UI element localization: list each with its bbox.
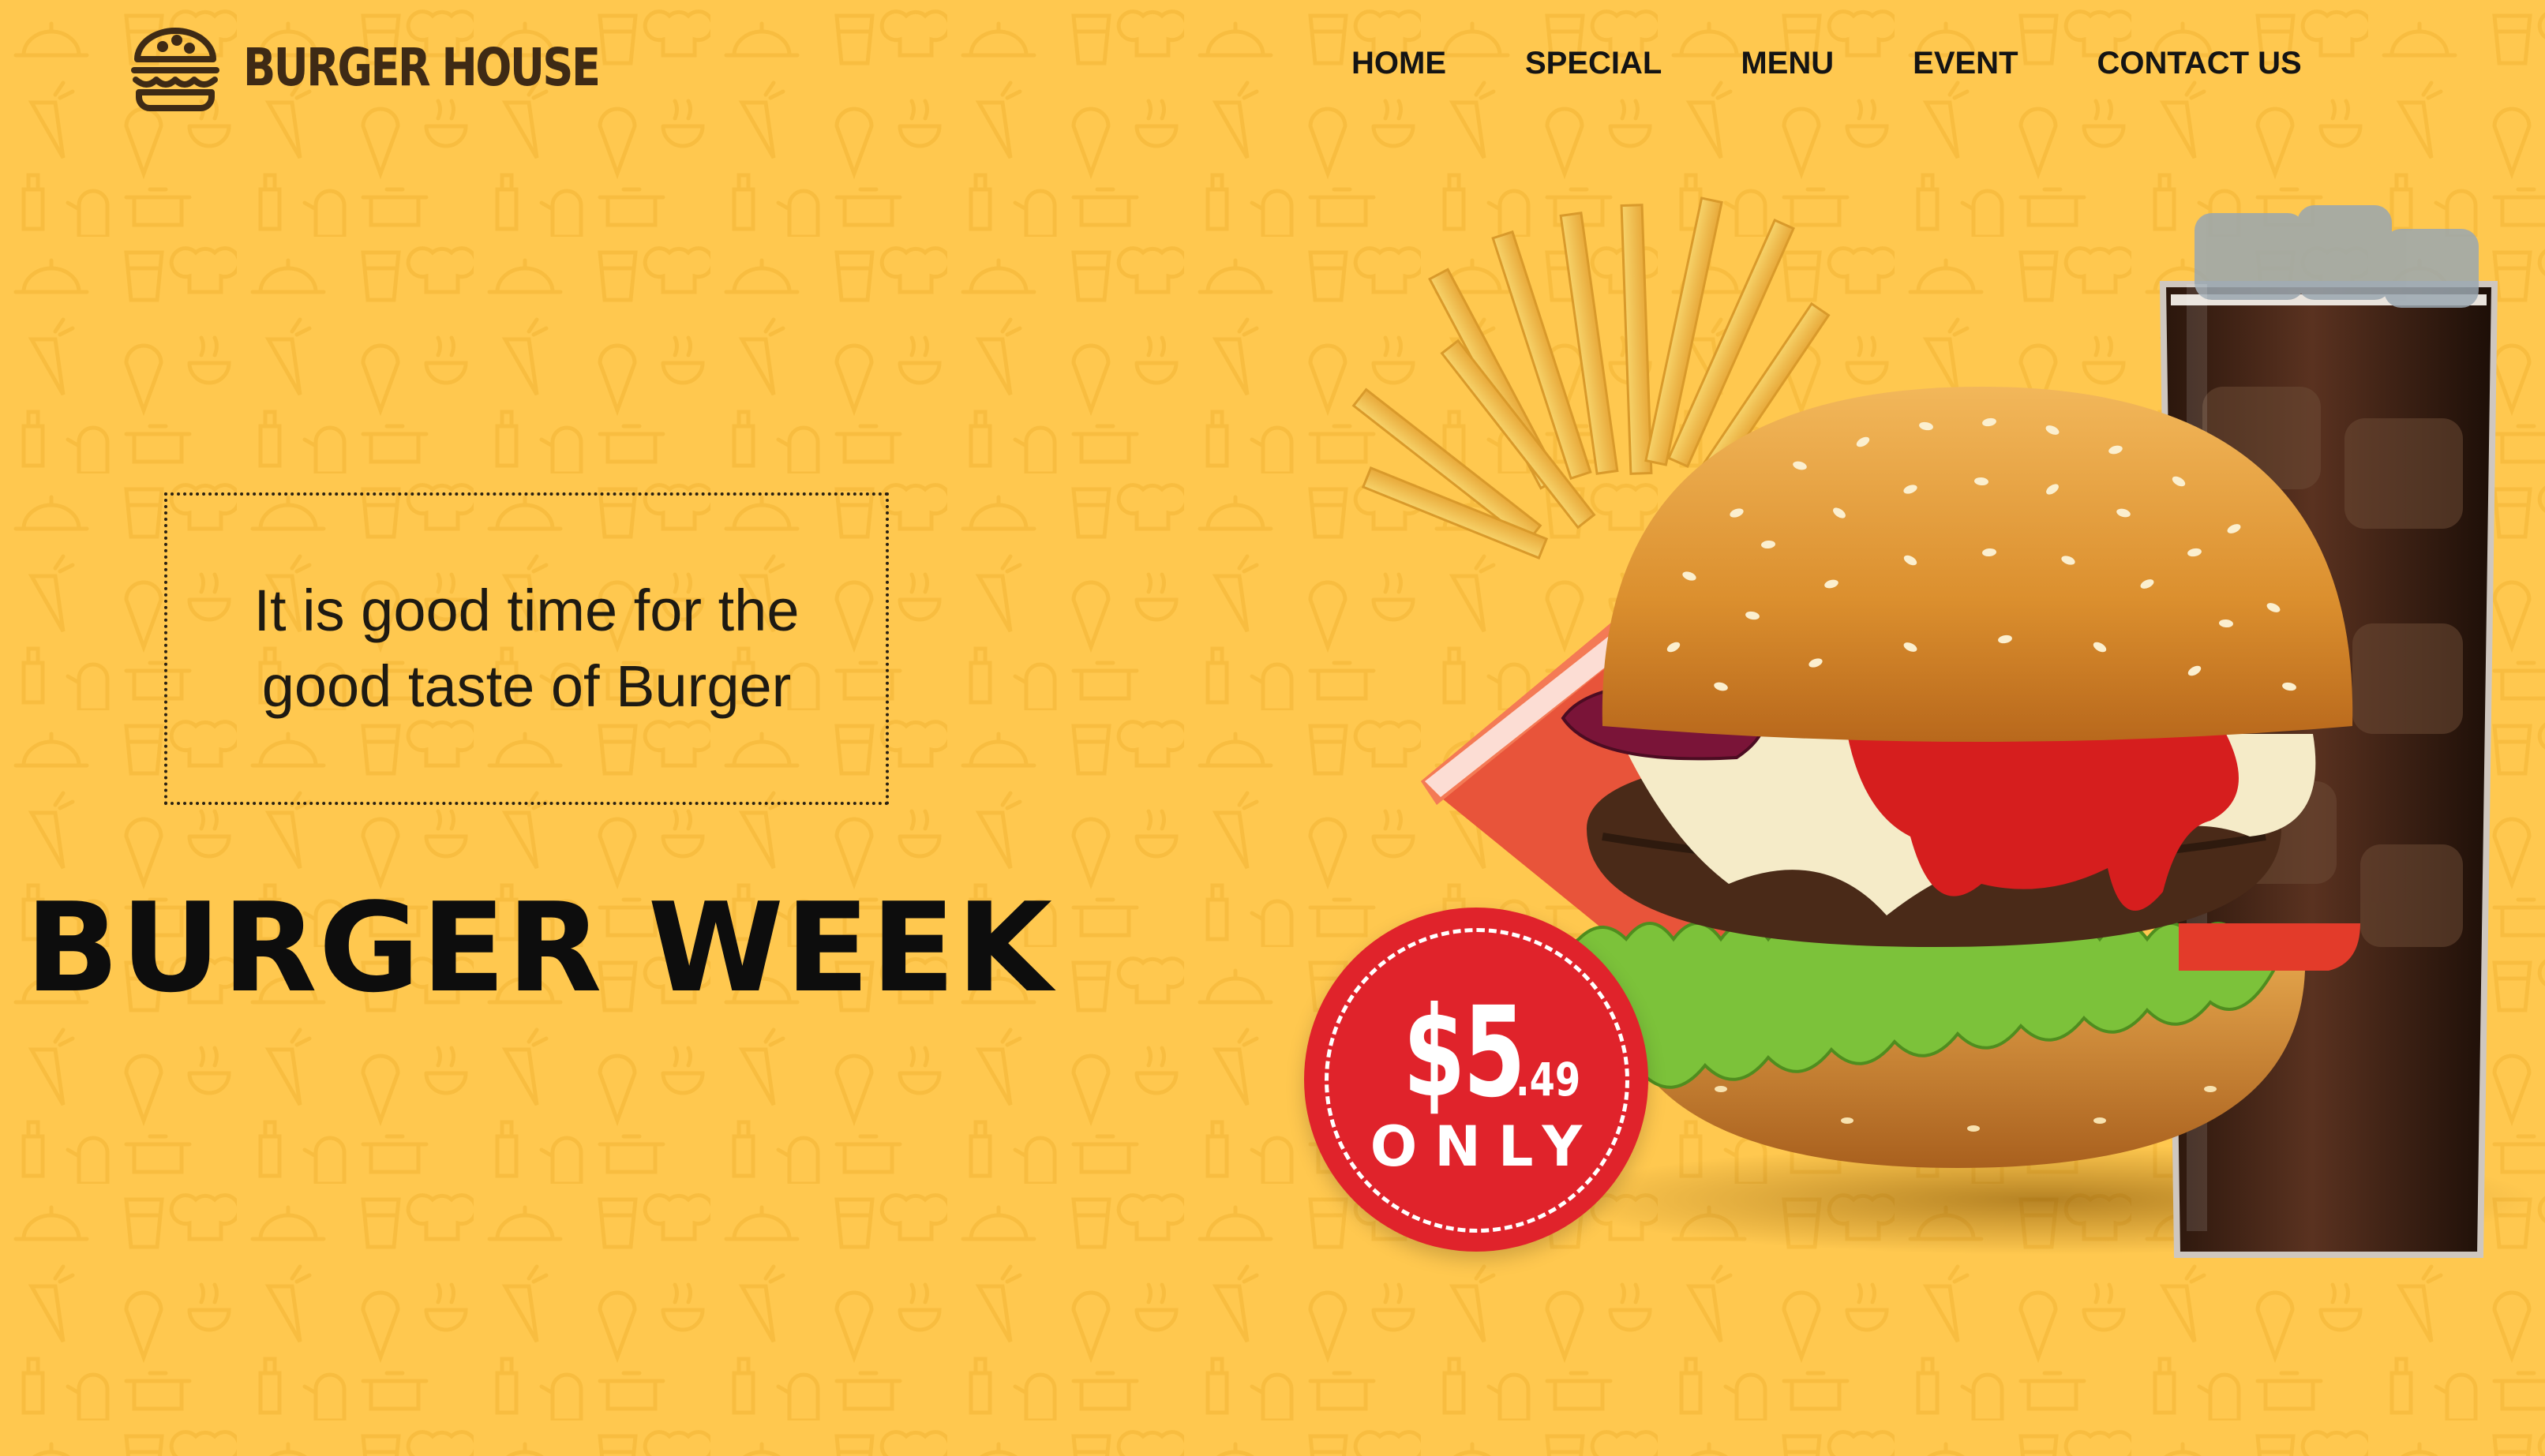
- price-badge: $5.49 ONLY: [1304, 908, 1648, 1252]
- brand-name: BURGER HOUSE: [243, 36, 601, 98]
- nav-contact-us[interactable]: CONTACT US: [2097, 46, 2302, 81]
- nav-special[interactable]: SPECIAL: [1525, 46, 1662, 81]
- tagline-box: It is good time for the good taste of Bu…: [164, 492, 889, 805]
- nav-home[interactable]: HOME: [1351, 46, 1446, 81]
- price-amount: $5.49: [1304, 980, 1648, 1125]
- hero-headline: BURGER WEEK: [25, 876, 1054, 1020]
- price-dollars: $5: [1403, 980, 1525, 1125]
- price-cents: .49: [1515, 1053, 1580, 1106]
- nav-menu[interactable]: MENU: [1741, 46, 1834, 81]
- nav-event[interactable]: EVENT: [1913, 46, 2018, 81]
- brand-logo[interactable]: BURGER HOUSE: [128, 16, 677, 118]
- price-suffix: ONLY: [1370, 1114, 1600, 1179]
- hero-tagline: It is good time for the good taste of Bu…: [253, 578, 800, 719]
- burger-icon: [131, 28, 219, 111]
- main-nav: HOME SPECIAL MENU EVENT CONTACT US: [1351, 46, 2302, 81]
